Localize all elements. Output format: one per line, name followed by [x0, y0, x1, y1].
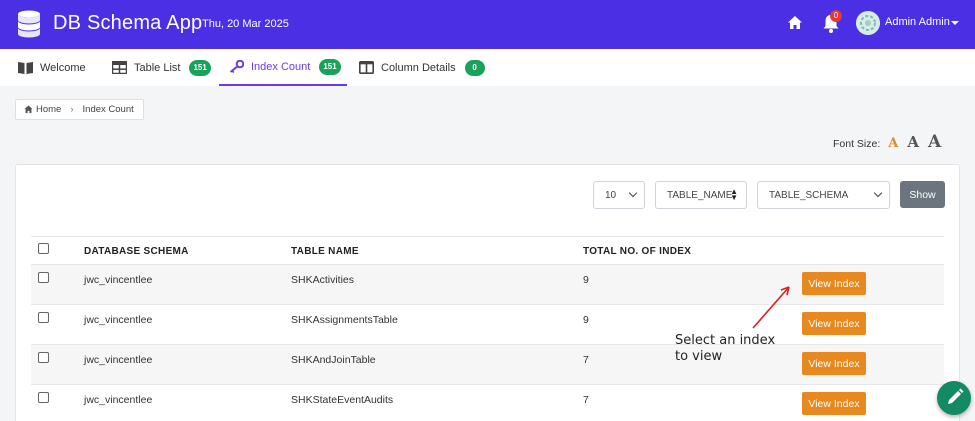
chevron-down-icon — [873, 188, 883, 198]
table-row: jwc_vincentlee SHKAssignmentsTable 9 Vie… — [31, 305, 944, 345]
index-total-cell: 7 — [583, 354, 589, 366]
annotation-arrow-icon — [752, 286, 790, 329]
page-size-value: 10 — [605, 189, 617, 201]
chevron-down-icon[interactable] — [951, 21, 959, 25]
tab-index-count[interactable]: Index Count 151 — [219, 49, 347, 86]
tab-label: Table List — [134, 61, 181, 74]
pencil-icon — [948, 388, 964, 404]
font-size-large-button[interactable]: A — [928, 132, 941, 152]
annotation-line: Select an index — [675, 333, 776, 348]
tab-label: Column Details — [381, 61, 456, 74]
index-total-cell: 7 — [583, 394, 589, 406]
database-icon — [18, 10, 40, 38]
font-size-label: Font Size: — [833, 138, 881, 150]
font-size-medium-button[interactable]: A — [907, 133, 919, 151]
font-size-control: Font Size: A A A — [833, 132, 941, 152]
table-header: DATABASE SCHEMA TABLE NAME TOTAL NO. OF … — [31, 236, 944, 265]
key-icon — [229, 60, 244, 73]
avatar[interactable] — [856, 11, 880, 35]
row-checkbox[interactable] — [38, 312, 49, 323]
index-total-cell: 9 — [583, 314, 589, 326]
view-index-button[interactable]: View Index — [802, 392, 866, 415]
table-name-cell: SHKActivities — [291, 274, 355, 286]
schema-filter-select[interactable]: TABLE_SCHEMA — [757, 181, 890, 209]
breadcrumb-home[interactable]: Home — [36, 104, 61, 115]
schema-cell: jwc_vincentlee — [84, 354, 153, 366]
view-index-button[interactable]: View Index — [802, 312, 866, 335]
tab-welcome[interactable]: Welcome — [18, 49, 86, 86]
schema-filter-value: TABLE_SCHEMA — [769, 189, 849, 201]
row-checkbox[interactable] — [38, 272, 49, 283]
schema-cell: jwc_vincentlee — [84, 394, 153, 406]
count-badge: 0 — [464, 59, 485, 76]
notification-badge: 0 — [830, 10, 842, 22]
annotation-text: Select an index to view — [675, 333, 785, 365]
breadcrumb: Home › Index Count — [15, 99, 144, 120]
app-title: DB Schema App — [53, 12, 203, 34]
book-icon — [18, 62, 33, 74]
schema-cell: jwc_vincentlee — [84, 314, 153, 326]
chevron-down-icon — [628, 188, 638, 198]
column-header-table[interactable]: TABLE NAME — [291, 246, 359, 257]
table-icon — [112, 61, 127, 74]
count-badge: 151 — [189, 59, 211, 76]
row-checkbox[interactable] — [38, 352, 49, 363]
tab-table-list[interactable]: Table List 151 — [112, 49, 211, 86]
tab-label: Index Count — [251, 60, 311, 73]
tab-label: Welcome — [40, 61, 86, 74]
breadcrumb-current: Index Count — [82, 104, 134, 115]
font-size-small-button[interactable]: A — [888, 136, 898, 151]
table-name-cell: SHKStateEventAudits — [291, 394, 394, 406]
user-name[interactable]: Admin Admin — [885, 16, 950, 28]
select-all-checkbox[interactable] — [38, 243, 49, 254]
count-badge: 151 — [319, 58, 341, 75]
view-index-button[interactable]: View Index — [802, 352, 866, 375]
show-button[interactable]: Show — [900, 181, 945, 208]
column-header-total[interactable]: TOTAL NO. OF INDEX — [583, 246, 691, 257]
column-header-schema[interactable]: DATABASE SCHEMA — [84, 246, 189, 257]
sort-arrows-icon: ▲ ▼ — [730, 187, 738, 202]
table-name-cell: SHKAndJoinTable — [291, 354, 376, 366]
chevron-right-icon: › — [70, 104, 74, 115]
annotation-line: to view — [675, 349, 723, 364]
sort-field-value: TABLE_NAME — [667, 189, 733, 201]
home-icon[interactable] — [24, 105, 33, 114]
tab-column-details[interactable]: Column Details 0 — [359, 49, 485, 86]
view-index-button[interactable]: View Index — [802, 272, 866, 295]
current-date: Thu, 20 Mar 2025 — [202, 18, 289, 30]
row-checkbox[interactable] — [38, 392, 49, 403]
columns-icon — [359, 61, 374, 74]
index-total-cell: 9 — [583, 274, 589, 286]
top-navbar: DB Schema App Thu, 20 Mar 2025 0 Admin A… — [0, 0, 975, 49]
table-row: jwc_vincentlee SHKActivities 9 View Inde… — [31, 265, 944, 305]
edit-fab-button[interactable] — [937, 381, 971, 415]
page-size-select[interactable]: 10 — [593, 181, 645, 209]
schema-cell: jwc_vincentlee — [84, 274, 153, 286]
tab-bar: Welcome Table List 151 Index Count 151 C… — [0, 49, 975, 86]
table-row: jwc_vincentlee SHKAndJoinTable 7 View In… — [31, 345, 944, 385]
table-row: jwc_vincentlee SHKStateEventAudits 7 Vie… — [31, 385, 944, 421]
table-name-cell: SHKAssignmentsTable — [291, 314, 398, 326]
sort-field-select[interactable]: TABLE_NAME ▲ ▼ — [655, 181, 747, 209]
home-icon[interactable] — [787, 15, 803, 31]
